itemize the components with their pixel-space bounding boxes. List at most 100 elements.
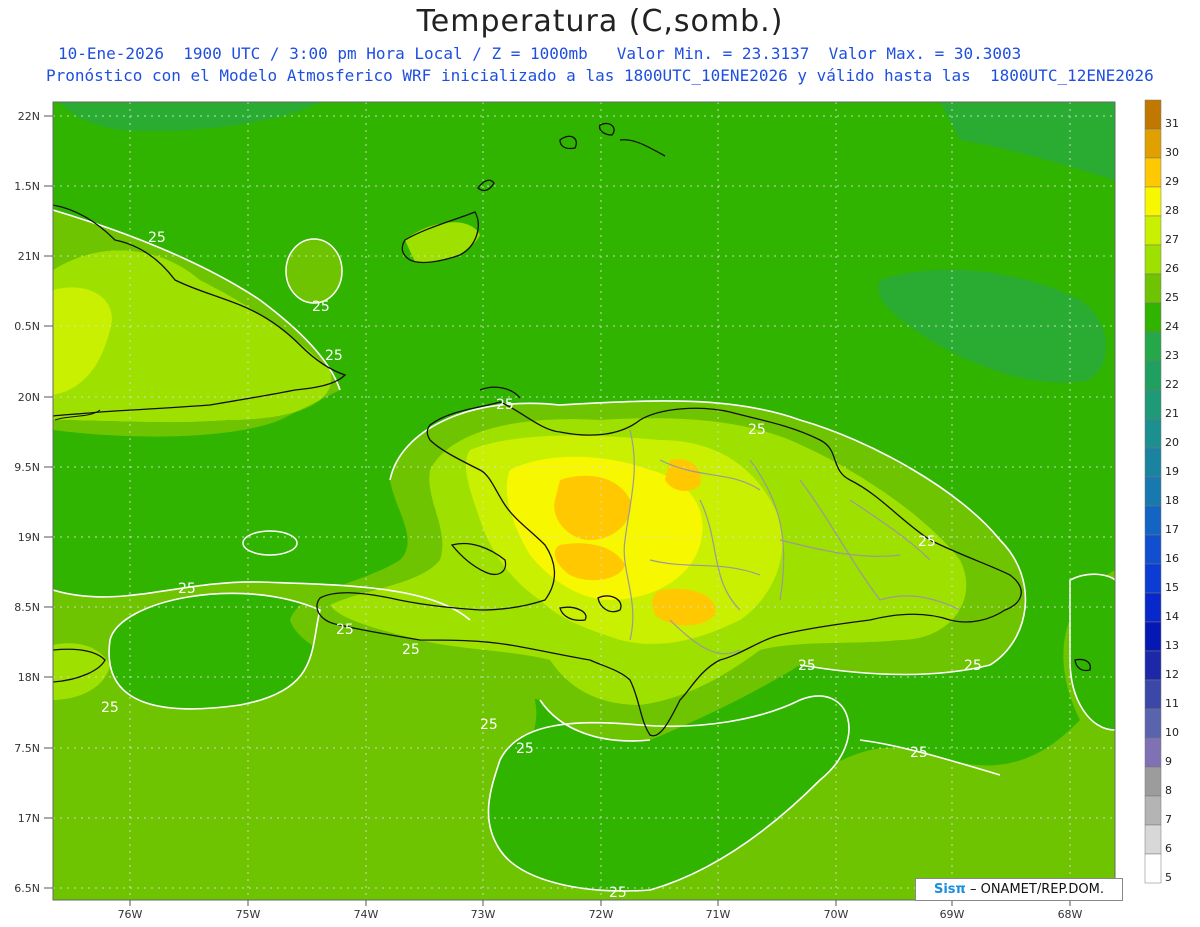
- contour-label: 25: [480, 717, 498, 733]
- lon-label: 73W: [471, 908, 496, 921]
- colorbar-label: 24: [1165, 320, 1179, 333]
- lat-axis: 22N 1.5N 21N 0.5N 20N 9.5N 19N 8.5N 18N …: [14, 110, 40, 895]
- colorbar-swatch: [1144, 679, 1162, 710]
- contour-label: 25: [910, 745, 928, 761]
- contour-label: 25: [748, 422, 766, 438]
- colorbar-swatch: [1144, 186, 1162, 217]
- lat-label: 20N: [18, 391, 40, 404]
- colorbar-swatch: [1144, 360, 1162, 391]
- colorbar-swatch: [1144, 99, 1162, 130]
- lat-label: 18N: [18, 671, 40, 684]
- lat-label: 9.5N: [14, 461, 40, 474]
- colorbar-swatch: [1144, 650, 1162, 681]
- contour-label: 25: [516, 741, 534, 757]
- colorbar-label: 30: [1165, 146, 1179, 159]
- lon-label: 72W: [589, 908, 614, 921]
- contour-label: 25: [402, 642, 420, 658]
- contour-label: 25: [312, 299, 330, 315]
- lon-label: 75W: [236, 908, 261, 921]
- colorbar-swatch: [1144, 592, 1162, 623]
- lon-label: 68W: [1058, 908, 1083, 921]
- colorbar-label: 27: [1165, 233, 1179, 246]
- colorbar-label: 28: [1165, 204, 1179, 217]
- colorbar-label: 8: [1165, 784, 1172, 797]
- colorbar-swatch: [1144, 534, 1162, 565]
- contour-label: 25: [964, 658, 982, 674]
- colorbar-swatch: [1144, 302, 1162, 333]
- colorbar-label: 14: [1165, 610, 1179, 623]
- org-credit: – ONAMET/REP.DOM.: [969, 882, 1104, 897]
- lat-label: 7.5N: [14, 742, 40, 755]
- lon-axis: 76W 75W 74W 73W 72W 71W 70W 69W 68W: [118, 908, 1083, 921]
- colorbar-swatch: [1144, 708, 1162, 739]
- colorbar-label: 31: [1165, 117, 1179, 130]
- colorbar-label: 10: [1165, 726, 1179, 739]
- contour-25-closed-sea: [242, 530, 298, 556]
- lat-label: 0.5N: [14, 320, 40, 333]
- contour-label: 25: [609, 885, 627, 901]
- colorbar: 31 30 29 28 27 26 25 24 23 22 21 20 19 18 17 16 15 14 13 12…: [1144, 99, 1179, 884]
- colorbar-swatch: [1144, 621, 1162, 652]
- lon-label: 69W: [940, 908, 965, 921]
- lat-label: 17N: [18, 812, 40, 825]
- colorbar-label: 26: [1165, 262, 1179, 275]
- colorbar-label: 11: [1165, 697, 1179, 710]
- sispi-logo: Sisπ: [933, 882, 966, 897]
- colorbar-label: 7: [1165, 813, 1172, 826]
- colorbar-swatch: [1144, 824, 1162, 855]
- colorbar-swatch: [1144, 215, 1162, 246]
- colorbar-swatch: [1144, 331, 1162, 362]
- colorbar-swatch: [1144, 389, 1162, 420]
- credit-badge: Sisπ – ONAMET/REP.DOM.: [915, 878, 1123, 901]
- colorbar-swatch: [1144, 273, 1162, 304]
- colorbar-label: 18: [1165, 494, 1179, 507]
- colorbar-label: 19: [1165, 465, 1179, 478]
- colorbar-swatch: [1144, 447, 1162, 478]
- colorbar-label: 22: [1165, 378, 1179, 391]
- lat-label: 6.5N: [14, 882, 40, 895]
- colorbar-label: 6: [1165, 842, 1172, 855]
- lat-label: 19N: [18, 531, 40, 544]
- colorbar-swatch: [1144, 244, 1162, 275]
- contour-label: 25: [148, 230, 166, 246]
- temperature-map: 25 25 25 25 25 25 25 25 25 25 25 25 25 2…: [14, 99, 1179, 921]
- lon-label: 76W: [118, 908, 143, 921]
- colorbar-label: 23: [1165, 349, 1179, 362]
- contour-25-closed-north: [285, 238, 343, 304]
- colorbar-swatch: [1144, 563, 1162, 594]
- lon-label: 70W: [824, 908, 849, 921]
- colorbar-label: 12: [1165, 668, 1179, 681]
- colorbar-swatch: [1144, 128, 1162, 159]
- lat-label: 22N: [18, 110, 40, 123]
- lat-label: 21N: [18, 250, 40, 263]
- colorbar-label: 20: [1165, 436, 1179, 449]
- contour-label: 25: [918, 534, 936, 550]
- colorbar-label: 15: [1165, 581, 1179, 594]
- colorbar-label: 21: [1165, 407, 1179, 420]
- colorbar-swatch: [1144, 853, 1162, 884]
- contour-label: 25: [178, 581, 196, 597]
- lat-label: 1.5N: [14, 180, 40, 193]
- colorbar-label: 13: [1165, 639, 1179, 652]
- colorbar-swatch: [1144, 795, 1162, 826]
- colorbar-swatch: [1144, 418, 1162, 449]
- colorbar-label: 25: [1165, 291, 1179, 304]
- colorbar-label: 5: [1165, 871, 1172, 884]
- colorbar-swatch: [1144, 157, 1162, 188]
- contour-label: 25: [496, 397, 514, 413]
- colorbar-swatch: [1144, 505, 1162, 536]
- colorbar-swatch: [1144, 737, 1162, 768]
- contour-label: 25: [336, 622, 354, 638]
- contour-label: 25: [325, 348, 343, 364]
- colorbar-label: 16: [1165, 552, 1179, 565]
- colorbar-label: 29: [1165, 175, 1179, 188]
- lat-label: 8.5N: [14, 601, 40, 614]
- colorbar-swatch: [1144, 766, 1162, 797]
- contour-label: 25: [798, 658, 816, 674]
- colorbar-label: 17: [1165, 523, 1179, 536]
- contour-label: 25: [101, 700, 119, 716]
- lon-label: 71W: [706, 908, 731, 921]
- colorbar-swatch: [1144, 476, 1162, 507]
- colorbar-label: 9: [1165, 755, 1172, 768]
- lon-label: 74W: [354, 908, 379, 921]
